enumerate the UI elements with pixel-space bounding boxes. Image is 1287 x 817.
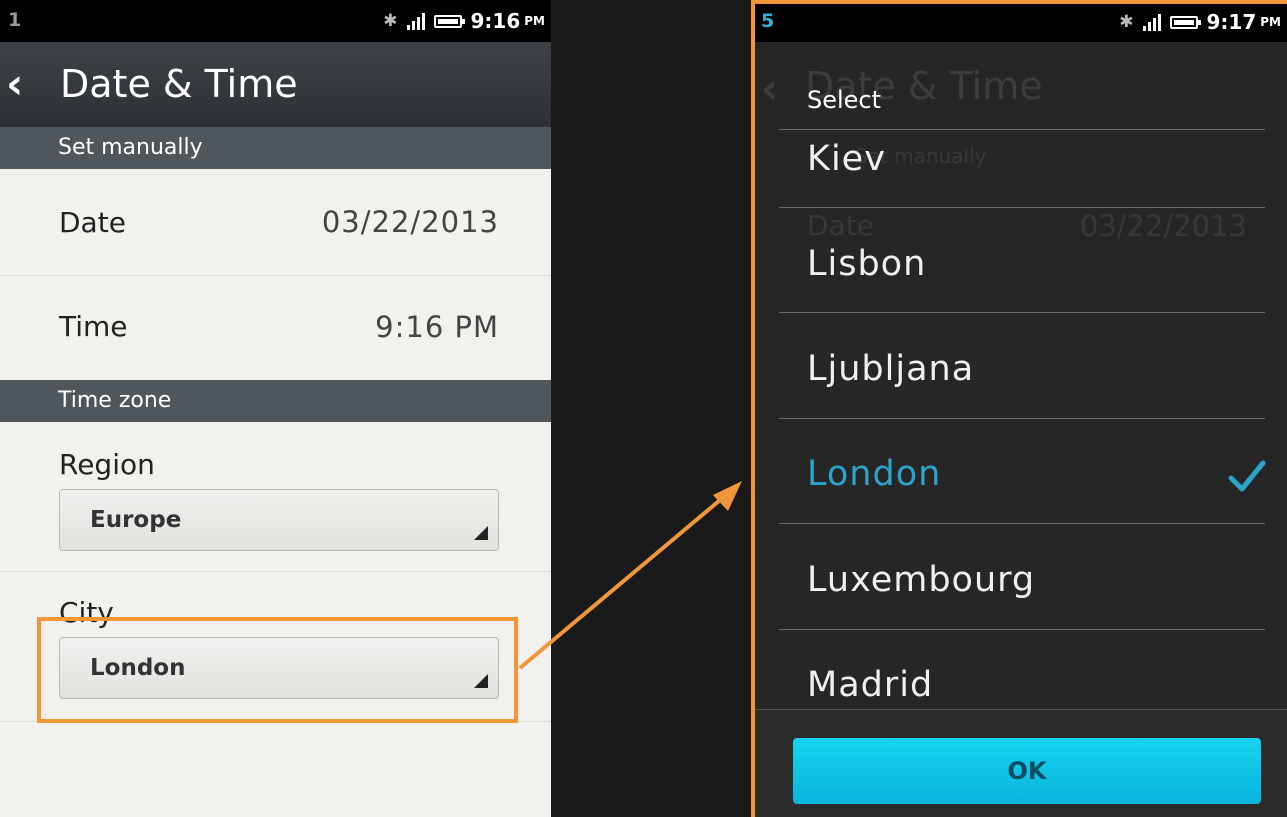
select-dialog-title: Select [807,86,882,114]
ok-button[interactable]: OK [793,738,1261,804]
section-header-time-zone: Time zone [0,380,551,422]
time-row[interactable]: Time 9:16 PM [0,276,551,380]
background-date-label: Date [807,209,874,242]
right-phone-screen: 5 ✱ 9:17 PM ‹ Date & Time Set manually D… [751,0,1287,817]
page-title: Date & Time [60,62,298,106]
option-lisbon[interactable]: Lisbon [807,244,926,284]
battery-icon [1169,15,1201,29]
city-highlight-callout [37,617,518,723]
dialog-footer: OK [755,709,1287,817]
left-phone-screen: 1 ✱ 9:16 PM ‹ Date & Time Set manually D… [0,0,551,817]
signal-icon [1142,13,1161,31]
back-arrow-icon[interactable]: ‹ [6,60,42,108]
clock-time: 9:16 [470,9,521,33]
option-ljubljana[interactable]: Ljubljana [807,349,974,389]
bluetooth-icon: ✱ [383,11,398,31]
background-back-icon: ‹ [761,64,779,113]
clock-ampm: PM [524,14,545,28]
battery-icon [433,14,465,28]
status-bar: 5 ✱ 9:17 PM [755,4,1287,42]
status-icons: ✱ 9:16 PM [383,9,545,33]
callout-arrow [518,481,742,670]
notification-count: 5 [761,10,775,32]
clock-ampm: PM [1260,15,1281,29]
region-label: Region [59,448,155,481]
option-madrid[interactable]: Madrid [807,665,933,705]
check-icon [1228,460,1266,492]
divider [779,418,1265,419]
date-label: Date [59,206,126,239]
region-row: Region Europe [0,422,551,572]
date-row[interactable]: Date 03/22/2013 [0,169,551,276]
divider [779,312,1265,313]
divider [779,629,1265,630]
app-header: ‹ Date & Time [0,42,551,127]
option-london[interactable]: London [807,454,941,494]
notification-count: 1 [8,9,22,31]
region-select-value: Europe [90,507,182,533]
background-date-value: 03/22/2013 [1079,209,1247,243]
status-bar: 1 ✱ 9:16 PM [0,0,551,42]
option-kiev[interactable]: Kiev [807,139,886,179]
dropdown-triangle-icon [474,526,488,540]
region-select[interactable]: Europe [59,489,499,551]
time-value: 9:16 PM [375,310,499,344]
status-icons: ✱ 9:17 PM [1119,10,1281,34]
date-value: 03/22/2013 [321,205,499,239]
divider [779,129,1265,130]
divider [779,523,1265,524]
signal-icon [406,12,425,30]
option-luxembourg[interactable]: Luxembourg [807,560,1035,600]
bluetooth-icon: ✱ [1119,12,1134,32]
clock-time: 9:17 [1206,10,1257,34]
section-header-set-manually: Set manually [0,127,551,169]
divider [779,207,1265,208]
time-label: Time [59,310,128,343]
